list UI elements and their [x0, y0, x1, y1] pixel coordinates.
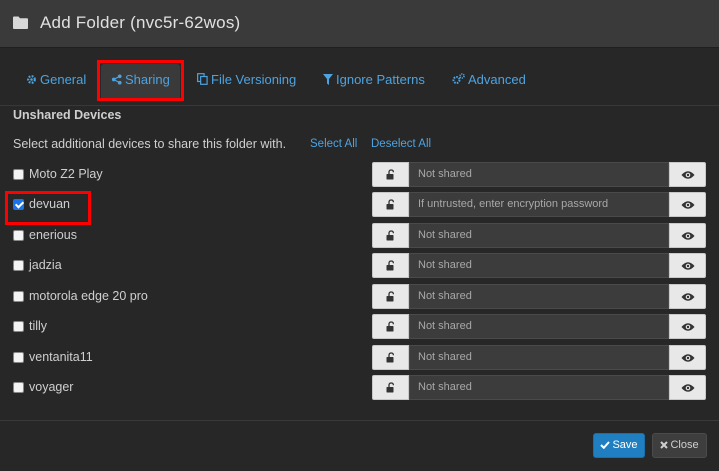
- lock-toggle-button[interactable]: [372, 162, 409, 187]
- device-checkbox[interactable]: [13, 321, 24, 332]
- show-password-button[interactable]: [669, 284, 706, 309]
- tab-advanced[interactable]: Advanced: [442, 64, 536, 98]
- section-title: Unshared Devices: [13, 108, 122, 122]
- copy-icon: [197, 73, 208, 85]
- lock-toggle-button[interactable]: [372, 192, 409, 217]
- devuan-highlight: [5, 191, 91, 225]
- device-name[interactable]: enerious: [29, 228, 77, 242]
- eye-icon: [681, 384, 695, 392]
- encryption-password-input[interactable]: Not shared: [409, 253, 669, 278]
- encryption-password-input[interactable]: If untrusted, enter encryption password: [409, 192, 669, 217]
- encryption-password-input[interactable]: Not shared: [409, 375, 669, 400]
- tab-file-versioning-label: File Versioning: [211, 72, 297, 87]
- encryption-password-input[interactable]: Not shared: [409, 314, 669, 339]
- device-row: Moto Z2 Play Not shared: [0, 162, 719, 188]
- select-all-link[interactable]: Select All: [310, 138, 357, 150]
- device-checkbox[interactable]: [13, 291, 24, 302]
- device-checkbox[interactable]: [13, 382, 24, 393]
- unlock-icon: [386, 199, 395, 210]
- device-name[interactable]: Moto Z2 Play: [29, 167, 103, 181]
- tab-general[interactable]: General: [16, 64, 96, 98]
- device-checkbox[interactable]: [13, 260, 24, 271]
- device-row: enerious Not shared: [0, 223, 719, 249]
- gears-icon: [452, 73, 465, 84]
- footer-divider: [0, 420, 719, 421]
- eye-icon: [681, 262, 695, 270]
- encryption-password-input[interactable]: Not shared: [409, 223, 669, 248]
- folder-icon: [13, 16, 28, 29]
- dialog-title: Add Folder (nvc5r-62wos): [40, 13, 241, 32]
- lock-toggle-button[interactable]: [372, 314, 409, 339]
- tab-ignore-patterns[interactable]: Ignore Patterns: [313, 64, 435, 98]
- device-name[interactable]: jadzia: [29, 258, 62, 272]
- close-icon: [660, 441, 669, 449]
- show-password-button[interactable]: [669, 314, 706, 339]
- lock-toggle-button[interactable]: [372, 223, 409, 248]
- device-checkbox[interactable]: [13, 352, 24, 363]
- device-row: motorola edge 20 pro Not shared: [0, 284, 719, 310]
- device-checkbox[interactable]: [13, 230, 24, 241]
- device-name[interactable]: voyager: [29, 380, 73, 394]
- show-password-button[interactable]: [669, 375, 706, 400]
- unlock-icon: [386, 230, 395, 241]
- eye-icon: [681, 171, 695, 179]
- unlock-icon: [386, 352, 395, 363]
- encryption-password-input[interactable]: Not shared: [409, 162, 669, 187]
- encryption-password-input[interactable]: Not shared: [409, 345, 669, 370]
- device-row: ventanita11 Not shared: [0, 345, 719, 371]
- dialog-header: Add Folder (nvc5r-62wos): [0, 0, 719, 48]
- eye-icon: [681, 293, 695, 301]
- encryption-password-input[interactable]: Not shared: [409, 284, 669, 309]
- show-password-button[interactable]: [669, 192, 706, 217]
- tab-advanced-label: Advanced: [468, 72, 526, 87]
- tab-general-label: General: [40, 72, 87, 87]
- eye-icon: [681, 201, 695, 209]
- gear-icon: [27, 75, 36, 84]
- show-password-button[interactable]: [669, 345, 706, 370]
- lock-toggle-button[interactable]: [372, 345, 409, 370]
- device-name[interactable]: ventanita11: [29, 350, 93, 364]
- show-password-button[interactable]: [669, 162, 706, 187]
- eye-icon: [681, 323, 695, 331]
- show-password-button[interactable]: [669, 253, 706, 278]
- deselect-all-link[interactable]: Deselect All: [371, 138, 431, 150]
- save-button-label: Save: [612, 439, 638, 451]
- show-password-button[interactable]: [669, 223, 706, 248]
- device-row: voyager Not shared: [0, 375, 719, 401]
- sharing-tab-highlight: [97, 60, 184, 101]
- unlock-icon: [386, 291, 395, 302]
- lock-toggle-button[interactable]: [372, 375, 409, 400]
- check-icon: [600, 441, 611, 450]
- device-row: devuan If untrusted, enter encryption pa…: [0, 192, 719, 218]
- unlock-icon: [386, 260, 395, 271]
- save-button[interactable]: Save: [593, 433, 645, 458]
- unlock-icon: [386, 321, 395, 332]
- tab-file-versioning[interactable]: File Versioning: [187, 64, 306, 98]
- filter-icon: [323, 74, 333, 85]
- device-row: jadzia Not shared: [0, 253, 719, 279]
- unlock-icon: [386, 382, 395, 393]
- eye-icon: [681, 232, 695, 240]
- close-button-label: Close: [670, 439, 699, 451]
- tab-ignore-patterns-label: Ignore Patterns: [336, 72, 425, 87]
- device-checkbox[interactable]: [13, 169, 24, 180]
- lock-toggle-button[interactable]: [372, 253, 409, 278]
- share-instructions: Select additional devices to share this …: [13, 137, 287, 151]
- lock-toggle-button[interactable]: [372, 284, 409, 309]
- device-name[interactable]: tilly: [29, 319, 47, 333]
- close-button[interactable]: Close: [652, 433, 707, 458]
- device-row: tilly Not shared: [0, 314, 719, 340]
- device-name[interactable]: motorola edge 20 pro: [29, 289, 148, 303]
- eye-icon: [681, 354, 695, 362]
- unlock-icon: [386, 169, 395, 180]
